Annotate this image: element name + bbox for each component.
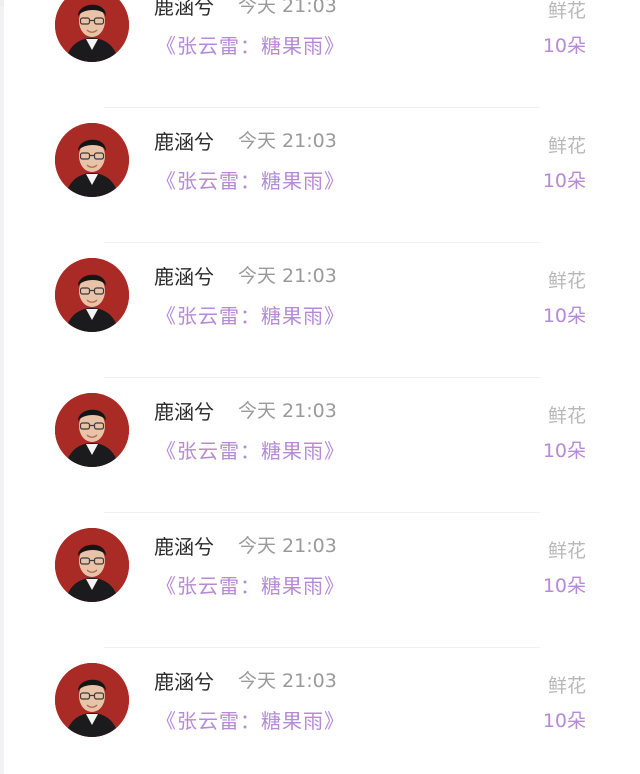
record-time: 今天 21:03 [238,670,337,692]
gift-source-link[interactable]: 《张云雷：糖果雨》 [156,437,345,465]
gift-type-label: 鲜花 [547,0,586,22]
avatar-photo-icon [55,393,129,467]
user-name: 鹿涵兮 [154,670,214,694]
gift-record-row[interactable]: 鹿涵兮 今天 21:03 《张云雷：糖果雨》 鲜花 10朵 [4,378,640,513]
avatar-photo-icon [55,123,129,197]
gift-source-link[interactable]: 《张云雷：糖果雨》 [156,707,345,735]
user-name: 鹿涵兮 [154,400,214,424]
gift-type-label: 鲜花 [547,675,586,697]
gift-record-row[interactable]: 鹿涵兮 今天 21:03 《张云雷：糖果雨》 鲜花 10朵 [4,648,640,774]
user-avatar[interactable] [55,123,129,197]
gift-source-link[interactable]: 《张云雷：糖果雨》 [156,32,345,60]
gift-record-row[interactable]: 鹿涵兮 今天 21:03 《张云雷：糖果雨》 鲜花 10朵 [4,108,640,243]
user-name: 鹿涵兮 [154,265,214,289]
avatar-photo-icon [55,663,129,737]
gift-amount: 10朵 [542,710,586,732]
record-time: 今天 21:03 [238,535,337,557]
user-avatar[interactable] [55,258,129,332]
gift-record-row[interactable]: 鹿涵兮 今天 21:03 《张云雷：糖果雨》 鲜花 10朵 [4,0,640,108]
gift-type-label: 鲜花 [547,135,586,157]
gift-source-link[interactable]: 《张云雷：糖果雨》 [156,167,345,195]
gift-amount: 10朵 [542,35,586,57]
record-time: 今天 21:03 [238,265,337,287]
user-avatar[interactable] [55,528,129,602]
avatar-photo-icon [55,0,129,62]
gift-source-link[interactable]: 《张云雷：糖果雨》 [156,302,345,330]
user-avatar[interactable] [55,393,129,467]
record-time: 今天 21:03 [238,0,337,17]
gift-record-row[interactable]: 鹿涵兮 今天 21:03 《张云雷：糖果雨》 鲜花 10朵 [4,243,640,378]
gift-amount: 10朵 [542,575,586,597]
gift-amount: 10朵 [542,305,586,327]
user-avatar[interactable] [55,663,129,737]
user-avatar[interactable] [55,0,129,62]
avatar-photo-icon [55,258,129,332]
gift-amount: 10朵 [542,170,586,192]
record-time: 今天 21:03 [238,130,337,152]
user-name: 鹿涵兮 [154,130,214,154]
gift-type-label: 鲜花 [547,405,586,427]
gift-record-row[interactable]: 鹿涵兮 今天 21:03 《张云雷：糖果雨》 鲜花 10朵 [4,513,640,648]
user-name: 鹿涵兮 [154,535,214,559]
gift-amount: 10朵 [542,440,586,462]
gift-type-label: 鲜花 [547,540,586,562]
gift-record-screen: 鹿涵兮 今天 21:03 《张云雷：糖果雨》 鲜花 10朵 鹿涵兮 今天 21:… [0,0,640,774]
gift-source-link[interactable]: 《张云雷：糖果雨》 [156,572,345,600]
avatar-photo-icon [55,528,129,602]
user-name: 鹿涵兮 [154,0,214,19]
record-time: 今天 21:03 [238,400,337,422]
gift-type-label: 鲜花 [547,270,586,292]
